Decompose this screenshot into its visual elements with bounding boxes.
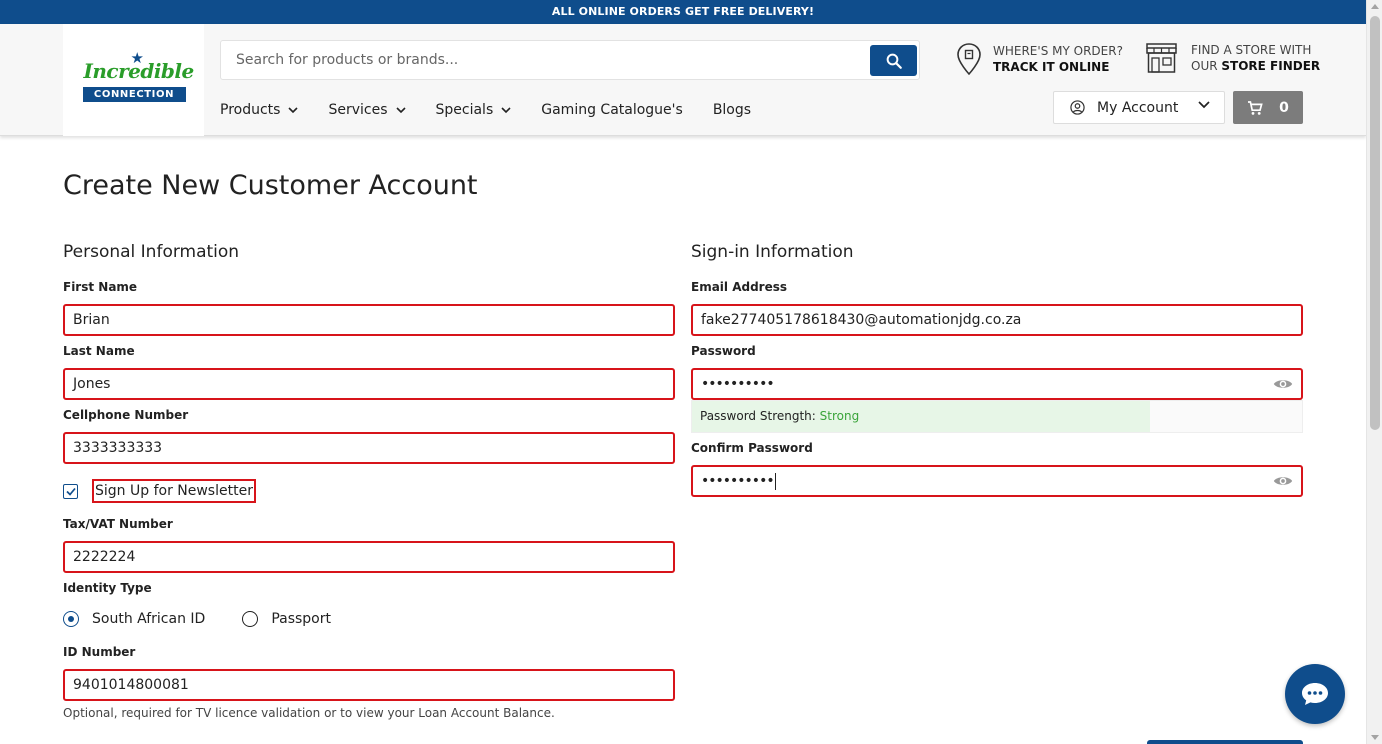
password-strength-meter: Password Strength: Strong — [691, 400, 1303, 433]
logo: ★ Incredible CONNECTION — [82, 49, 194, 109]
promo-banner: ALL ONLINE ORDERS GET FREE DELIVERY! — [0, 0, 1366, 24]
search-icon — [886, 53, 902, 69]
scroll-up-arrow[interactable] — [1371, 4, 1379, 9]
signin-info-title: Sign-in Information — [691, 242, 854, 262]
cellphone-field[interactable]: 3333333333 — [63, 432, 675, 464]
checkbox-checked-icon — [65, 487, 76, 496]
nav-item-gaming-catalogue[interactable]: Gaming Catalogue's — [541, 99, 683, 121]
search-button[interactable] — [870, 45, 917, 76]
cart-count: 0 — [1279, 99, 1289, 116]
store-finder-link[interactable]: FIND A STORE WITH OUR STORE FINDER — [1145, 42, 1320, 74]
chevron-down-icon — [395, 106, 406, 113]
page-title: Create New Customer Account — [63, 170, 478, 201]
track-order-line1: WHERE'S MY ORDER? — [993, 44, 1123, 58]
first-name-field[interactable]: Brian — [63, 304, 675, 336]
nav-item-label: Specials — [435, 102, 494, 118]
location-pin-icon — [957, 43, 981, 76]
newsletter-label[interactable]: Sign Up for Newsletter — [92, 479, 256, 503]
cart-icon — [1248, 100, 1263, 115]
password-label: Password — [691, 344, 756, 358]
my-account-label: My Account — [1097, 99, 1179, 116]
email-field[interactable]: fake277405178618430@automationjdg.co.za — [691, 304, 1303, 336]
newsletter-row: Sign Up for Newsletter — [63, 479, 256, 503]
nav-item-label: Blogs — [712, 102, 752, 118]
last-name-value: Jones — [73, 376, 111, 392]
confirm-password-value: •••••••••• — [701, 473, 775, 489]
main-nav: Products Services Specials Gaming Catalo… — [220, 99, 781, 121]
search-bar — [220, 40, 920, 80]
tax-vat-label: Tax/VAT Number — [63, 517, 173, 531]
newsletter-checkbox[interactable] — [63, 483, 78, 499]
chat-widget-button[interactable] — [1285, 664, 1345, 724]
scroll-down-arrow[interactable] — [1371, 735, 1379, 740]
nav-item-label: Services — [328, 102, 388, 118]
id-number-field[interactable]: 9401014800081 — [63, 669, 675, 701]
password-field[interactable]: •••••••••• — [691, 368, 1303, 400]
confirm-password-field[interactable]: •••••••••• — [691, 465, 1303, 497]
password-strength-text: Password Strength: Strong — [700, 409, 859, 423]
chevron-down-icon — [501, 106, 511, 113]
first-name-label: First Name — [63, 280, 138, 294]
store-finder-line2-prefix: OUR — [1191, 59, 1222, 73]
logo-link[interactable]: ★ Incredible CONNECTION — [63, 24, 204, 136]
my-account-button[interactable]: My Account — [1053, 91, 1225, 124]
text-cursor — [774, 472, 776, 490]
nav-item-products[interactable]: Products — [220, 99, 299, 121]
nav-item-services[interactable]: Services — [328, 99, 406, 121]
logo-word: Incredible — [83, 59, 195, 83]
create-account-button[interactable] — [1147, 740, 1303, 744]
radio-south-african-id[interactable] — [63, 611, 79, 627]
chat-bubble-icon — [1302, 683, 1328, 705]
radio-south-african-id-label[interactable]: South African ID — [92, 611, 205, 627]
id-number-value: 9401014800081 — [73, 677, 189, 693]
identity-type-label: Identity Type — [63, 581, 152, 595]
id-number-label: ID Number — [63, 645, 136, 659]
tax-vat-field[interactable]: 2222224 — [63, 541, 675, 573]
personal-info-title: Personal Information — [63, 242, 240, 262]
nav-item-label: Gaming Catalogue's — [541, 102, 683, 118]
track-order-link[interactable]: WHERE'S MY ORDER? TRACK IT ONLINE — [956, 42, 1123, 76]
eye-icon[interactable] — [1273, 376, 1293, 392]
eye-icon[interactable] — [1273, 473, 1293, 489]
nav-item-blogs[interactable]: Blogs — [713, 99, 751, 121]
email-label: Email Address — [691, 280, 788, 294]
user-circle-icon — [1070, 100, 1085, 115]
tax-vat-value: 2222224 — [73, 549, 136, 565]
password-value: •••••••••• — [701, 376, 775, 392]
cellphone-value: 3333333333 — [73, 440, 163, 456]
page-scrollbar[interactable] — [1366, 0, 1382, 744]
confirm-password-label: Confirm Password — [691, 441, 813, 455]
scrollbar-thumb[interactable] — [1370, 16, 1380, 430]
track-order-line2: TRACK IT ONLINE — [993, 60, 1110, 74]
email-value: fake277405178618430@automationjdg.co.za — [701, 312, 1022, 328]
last-name-label: Last Name — [63, 344, 135, 358]
id-number-hint: Optional, required for TV licence valida… — [63, 706, 555, 720]
chevron-down-icon — [1198, 101, 1210, 109]
cellphone-label: Cellphone Number — [63, 408, 189, 422]
storefront-icon — [1146, 43, 1177, 73]
radio-passport-label[interactable]: Passport — [271, 611, 331, 627]
store-finder-line1: FIND A STORE WITH — [1191, 43, 1312, 57]
password-strength-label: Password Strength: — [700, 409, 820, 423]
store-finder-line2-bold: STORE FINDER — [1221, 59, 1321, 73]
first-name-value: Brian — [73, 312, 110, 328]
password-strength-value: Strong — [819, 409, 860, 423]
site-header: ★ Incredible CONNECTION Products Service… — [0, 24, 1366, 136]
radio-passport[interactable] — [242, 611, 259, 627]
nav-item-specials[interactable]: Specials — [436, 99, 512, 121]
chevron-down-icon — [288, 106, 299, 113]
identity-type-group: South African ID Passport — [63, 611, 331, 627]
logo-band: CONNECTION — [82, 87, 186, 102]
nav-item-label: Products — [220, 102, 281, 118]
search-input[interactable] — [221, 41, 861, 79]
cart-button[interactable]: 0 — [1233, 91, 1303, 124]
last-name-field[interactable]: Jones — [63, 368, 675, 400]
